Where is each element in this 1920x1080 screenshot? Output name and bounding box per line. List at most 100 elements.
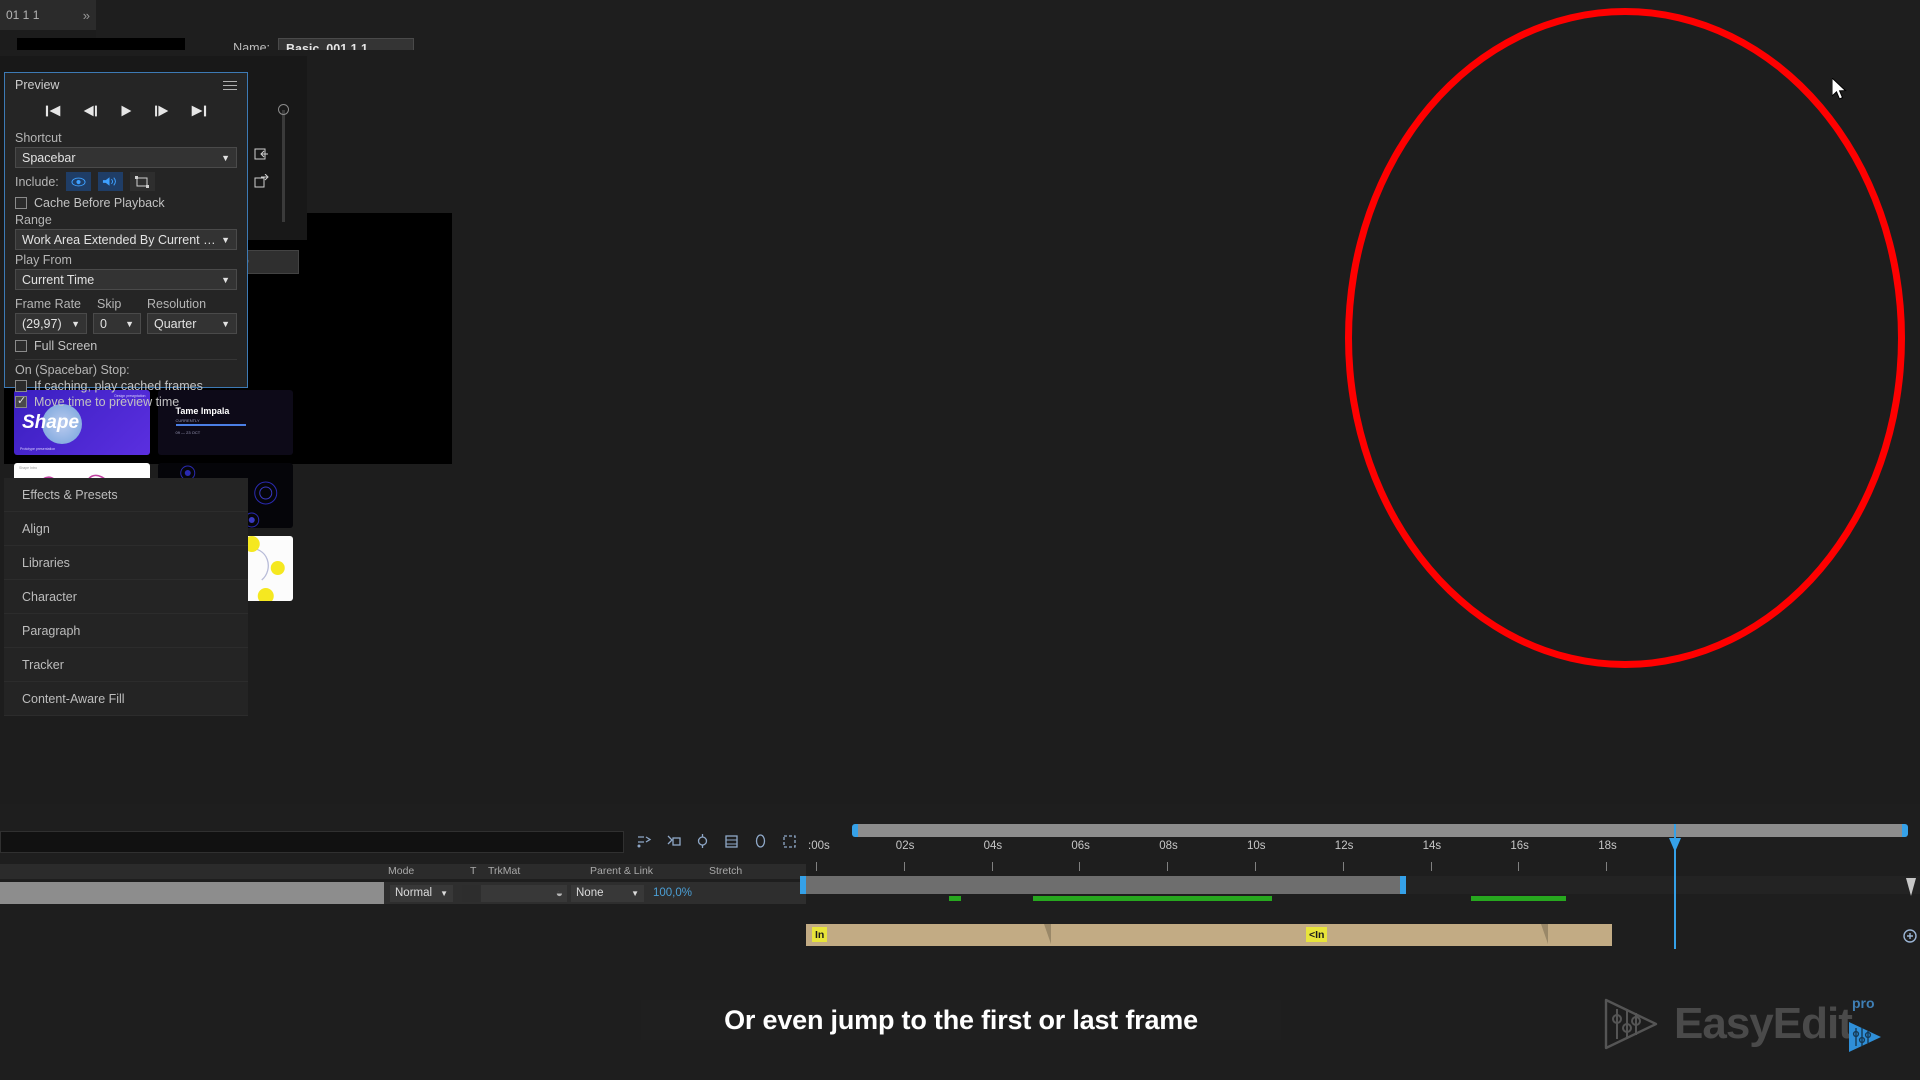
easyedit-watermark: EasyEdit pro — [1600, 995, 1881, 1053]
band-start-handle[interactable] — [800, 876, 806, 894]
playhead[interactable] — [1669, 824, 1681, 949]
col-stretch: Stretch — [709, 865, 743, 877]
keyframe-marker[interactable] — [1541, 924, 1548, 944]
chevron-down-icon: ▼ — [221, 152, 230, 163]
preview-side-buttons — [252, 146, 270, 190]
dock-item-effects-presets[interactable]: Effects & Presets — [4, 478, 248, 512]
dock-item-content-aware-fill[interactable]: Content-Aware Fill — [4, 682, 248, 716]
in-marker-badge[interactable]: In — [812, 927, 828, 942]
full-screen-label: Full Screen — [34, 339, 98, 353]
frame-rate-label: Frame Rate — [15, 297, 81, 311]
dock-item-paragraph[interactable]: Paragraph — [4, 614, 248, 648]
ruler-tick-mark — [1342, 862, 1344, 871]
band-tail — [1406, 876, 1920, 894]
chevron-down-icon: ▼ — [631, 888, 639, 898]
divider — [15, 359, 237, 360]
keyframe-marker[interactable] — [1044, 924, 1051, 944]
dock-item-character[interactable]: Character — [4, 580, 248, 614]
resolution-select[interactable]: Quarter ▼ — [147, 313, 237, 334]
ruler-tick-mark — [1430, 862, 1432, 871]
hero-scrollbar[interactable] — [278, 104, 289, 222]
motion-blur-icon[interactable] — [694, 834, 711, 849]
work-area-start-handle[interactable] — [852, 824, 858, 837]
trkmat-icon: ◒ — [555, 886, 563, 900]
dock-item-align[interactable]: Align — [4, 512, 248, 546]
layer-name-placeholder[interactable] — [0, 882, 384, 904]
transport-controls — [5, 97, 247, 125]
cache-before-playback-checkbox[interactable]: Cache Before Playback — [15, 196, 237, 210]
preview-title: Preview — [15, 78, 60, 92]
timeline-duration-band[interactable] — [800, 876, 1920, 894]
ruler-tick-mark — [903, 862, 905, 871]
frame-rate-value: (29,97) — [22, 316, 62, 331]
skip-select[interactable]: 0 ▼ — [93, 313, 141, 334]
work-area-bar[interactable] — [852, 824, 1908, 837]
brainstorm-icon[interactable] — [781, 834, 798, 849]
timeline-search-input[interactable] — [0, 830, 624, 853]
speaker-icon[interactable] — [97, 172, 123, 191]
parent-link-select[interactable]: None ▼ — [571, 884, 644, 902]
dock-item-libraries[interactable]: Libraries — [4, 546, 248, 580]
hamburger-icon[interactable] — [223, 78, 237, 93]
dock-item-tracker[interactable]: Tracker — [4, 648, 248, 682]
eye-icon[interactable] — [65, 172, 91, 191]
cache-before-playback-label: Cache Before Playback — [34, 196, 165, 210]
in-marker-badge-2[interactable]: <In — [1306, 927, 1328, 942]
chevron-down-icon: ▼ — [125, 318, 134, 329]
range-select[interactable]: Work Area Extended By Current … ▼ — [15, 229, 237, 250]
export-icon[interactable] — [252, 174, 270, 190]
ruler-tick-mark — [816, 862, 817, 871]
watermark-pro-label: pro — [1852, 995, 1875, 1011]
shortcut-label: Shortcut — [15, 131, 62, 145]
layer-controls-icon[interactable] — [129, 172, 155, 191]
play-from-value: Current Time — [22, 272, 95, 287]
full-screen-checkbox[interactable]: Full Screen — [15, 339, 237, 353]
thumb-title: Shape — [22, 412, 80, 433]
play-icon[interactable] — [117, 104, 135, 118]
play-cached-frames-checkbox[interactable]: If caching, play cached frames — [15, 379, 237, 393]
work-area-end-handle[interactable] — [1902, 824, 1908, 837]
previous-frame-icon[interactable] — [81, 104, 99, 118]
timeline-ruler[interactable]: :00s 02s 04s 06s 08s 10s 12s 14s 16s 18s — [806, 840, 1920, 874]
mode-select[interactable]: Normal ▼ — [390, 884, 453, 902]
preview-settings: Shortcut Spacebar ▼ Include: Cache Befor… — [5, 125, 247, 409]
timeline-layer-row[interactable]: Normal ▼ ◒ None ▼ 100,0% — [0, 882, 806, 904]
graph-editor-icon[interactable] — [723, 834, 740, 849]
col-trkmat: TrkMat — [488, 865, 521, 877]
shortcut-select[interactable]: Spacebar ▼ — [15, 147, 237, 168]
layer-duration-bar[interactable]: In <In — [806, 924, 1920, 946]
left-strip-title: 01 1 1 — [6, 8, 40, 22]
skip-to-first-frame-icon[interactable] — [45, 104, 63, 118]
chevron-down-icon: ▼ — [440, 888, 448, 898]
trkmat-cell[interactable]: ◒ — [481, 884, 567, 902]
ruler-tick-mark — [1606, 862, 1608, 871]
chevron-down-icon: ▼ — [221, 274, 230, 285]
3d-renderer-icon[interactable] — [752, 834, 769, 849]
move-time-label: Move time to preview time — [34, 395, 180, 409]
easyedit-play-icon-small — [1849, 1022, 1881, 1052]
checkbox-box — [15, 197, 27, 209]
thumb-caption-top: CURRENTLY — [175, 418, 200, 423]
render-queue-icon[interactable] — [1902, 928, 1918, 944]
shy-icon[interactable] — [636, 834, 653, 849]
chevron-down-icon: ▼ — [221, 318, 230, 329]
move-time-checkbox[interactable]: Move time to preview time — [15, 394, 237, 409]
next-frame-icon[interactable] — [153, 104, 171, 118]
stretch-value[interactable]: 100,0% — [653, 887, 692, 899]
thumb-caption-bottom: Prototype presentation — [20, 447, 56, 451]
frame-rate-select[interactable]: (29,97) ▼ — [15, 313, 87, 334]
ruler-tick-label: :00s — [808, 840, 830, 852]
t-cell[interactable] — [462, 884, 480, 902]
skip-label: Skip — [97, 297, 122, 311]
mode-value: Normal — [395, 887, 433, 899]
checkbox-box — [15, 340, 27, 352]
save-ram-preview-icon[interactable] — [252, 146, 270, 162]
band-end-handle[interactable] — [1400, 876, 1406, 894]
left-strip-topbar: 01 1 1 » — [0, 0, 96, 30]
skip-to-last-frame-icon[interactable] — [189, 104, 207, 118]
play-from-select[interactable]: Current Time ▼ — [15, 269, 237, 290]
frame-blending-icon[interactable] — [665, 834, 682, 849]
chevron-double-right-icon[interactable]: » — [83, 8, 90, 23]
checkbox-box — [15, 380, 27, 392]
timeline-graph-area[interactable]: :00s 02s 04s 06s 08s 10s 12s 14s 16s 18s In <In — [800, 824, 1920, 949]
